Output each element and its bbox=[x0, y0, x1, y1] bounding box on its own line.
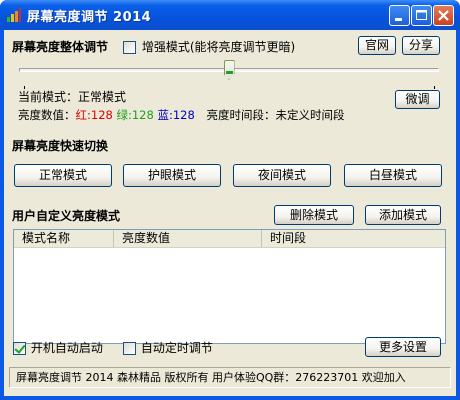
enhanced-mode-toggle[interactable]: 增强模式(能将亮度调节更暗) bbox=[123, 38, 295, 55]
list-header: 模式名称 亮度数值 时间段 bbox=[14, 230, 445, 248]
maximize-button[interactable] bbox=[411, 5, 432, 26]
red-value: 128 bbox=[90, 108, 113, 122]
enhanced-mode-label: 增强模式(能将亮度调节更暗) bbox=[141, 40, 296, 54]
status-bar-text: 屏幕亮度调节 2014 森林精品 版权所有 用户体验QQ群：276223701 … bbox=[16, 371, 406, 384]
current-mode-label: 当前模式： bbox=[18, 90, 79, 104]
custom-modes-title: 用户自定义亮度模式 bbox=[12, 209, 121, 223]
brightness-slider-thumb[interactable] bbox=[223, 60, 235, 80]
timer-checkbox[interactable] bbox=[123, 342, 136, 355]
share-button[interactable]: 分享 bbox=[402, 36, 440, 55]
autostart-checkbox[interactable] bbox=[13, 342, 26, 355]
fine-tune-button[interactable]: 微调 bbox=[395, 90, 440, 109]
autostart-toggle[interactable]: 开机自动启动 bbox=[13, 339, 103, 356]
green-value: 128 bbox=[131, 108, 154, 122]
maximize-icon bbox=[416, 10, 427, 20]
close-icon bbox=[438, 10, 449, 21]
brightness-app-icon bbox=[7, 8, 21, 22]
window-title: 屏幕亮度调节 2014 bbox=[27, 10, 152, 25]
app-window: 屏幕亮度调节 2014 屏幕亮度整体调节 增强模式(能将亮度调节更暗) 官网 分… bbox=[0, 0, 460, 400]
autostart-label: 开机自动启动 bbox=[30, 341, 103, 355]
green-label: 绿: bbox=[116, 108, 132, 122]
column-header-brightness[interactable]: 亮度数值 bbox=[114, 230, 262, 247]
daylight-mode-button[interactable]: 白昼模式 bbox=[344, 164, 442, 187]
brightness-label: 亮度数值： bbox=[18, 108, 76, 122]
website-button[interactable]: 官网 bbox=[358, 36, 396, 55]
blue-label: 蓝: bbox=[157, 108, 173, 122]
night-mode-button[interactable]: 夜间模式 bbox=[233, 164, 331, 187]
current-mode-value: 正常模式 bbox=[78, 90, 127, 104]
overall-adjust-title: 屏幕亮度整体调节 bbox=[12, 40, 109, 54]
enhanced-mode-checkbox[interactable] bbox=[123, 41, 136, 54]
column-header-time-period[interactable]: 时间段 bbox=[262, 230, 445, 247]
current-mode-line: 当前模式：正常模式 bbox=[18, 88, 126, 105]
column-header-mode-name[interactable]: 模式名称 bbox=[14, 230, 114, 247]
main-panel: 屏幕亮度整体调节 增强模式(能将亮度调节更暗) 官网 分享 当前模式：正常模式 … bbox=[4, 30, 456, 396]
blue-value: 128 bbox=[172, 108, 195, 122]
add-mode-button[interactable]: 添加模式 bbox=[365, 205, 441, 225]
title-bar[interactable]: 屏幕亮度调节 2014 bbox=[0, 0, 460, 30]
timer-label: 自动定时调节 bbox=[140, 341, 213, 355]
timer-toggle[interactable]: 自动定时调节 bbox=[123, 339, 213, 356]
more-settings-button[interactable]: 更多设置 bbox=[365, 337, 441, 357]
brightness-values-line: 亮度数值：红:128 绿:128 蓝:128 亮度时间段：未定义时间段 bbox=[18, 107, 344, 123]
status-bar: 屏幕亮度调节 2014 森林精品 版权所有 用户体验QQ群：276223701 … bbox=[9, 367, 451, 388]
red-label: 红: bbox=[75, 108, 91, 122]
quick-switch-title: 屏幕亮度快速切换 bbox=[12, 139, 109, 153]
time-period-value: 未定义时间段 bbox=[275, 108, 345, 122]
minimize-icon bbox=[395, 18, 402, 21]
close-button[interactable] bbox=[433, 5, 454, 26]
minimize-button[interactable] bbox=[389, 5, 410, 26]
time-period-label: 亮度时间段： bbox=[206, 108, 276, 122]
slider-tick-max bbox=[434, 86, 435, 89]
delete-mode-button[interactable]: 删除模式 bbox=[274, 205, 354, 225]
normal-mode-button[interactable]: 正常模式 bbox=[14, 164, 112, 187]
custom-modes-list[interactable]: 模式名称 亮度数值 时间段 bbox=[13, 229, 446, 344]
eye-care-mode-button[interactable]: 护眼模式 bbox=[123, 164, 221, 187]
